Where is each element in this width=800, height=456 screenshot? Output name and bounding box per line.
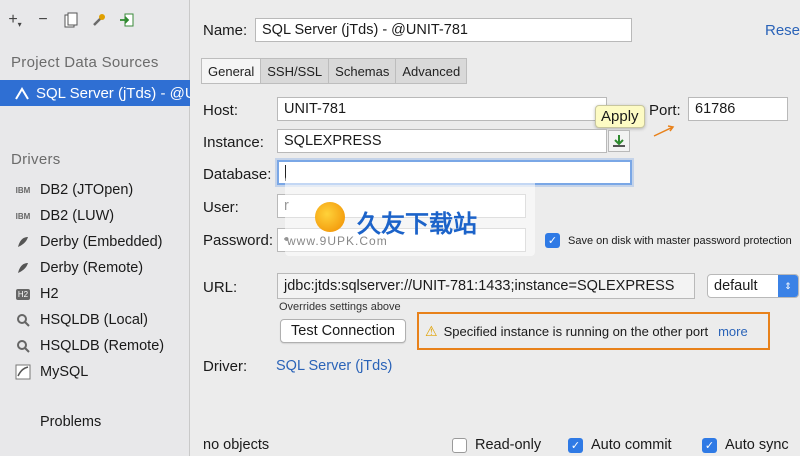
warning-text: Specified instance is running on the oth… [443,323,709,339]
driver-link[interactable]: SQL Server (jTds) [276,358,392,374]
tab-advanced[interactable]: Advanced [396,59,466,83]
feather-icon [14,235,32,249]
instance-label: Instance: [203,134,264,151]
status-text: no objects [203,437,270,453]
settings-tabs: General SSH/SSL Schemas Advanced [201,58,468,84]
warning-more-link[interactable]: more [718,324,748,339]
feather-icon [14,261,32,275]
connection-settings-panel: Name: SQL Server (jTds) - @UNIT-781 Rese… [191,0,800,456]
auto-sync-checkbox[interactable]: ✓ [702,437,717,453]
driver-item-hsqldb-local[interactable]: HSQLDB (Local) [14,308,148,332]
plus-icon[interactable]: + ▾ [6,10,24,30]
driver-label: DB2 (JTOpen) [40,182,134,198]
driver-label: DB2 (LUW) [40,208,115,224]
project-data-sources-heading: Project Data Sources [11,54,159,71]
download-icon [613,135,625,147]
url-label: URL: [203,279,238,296]
url-mode-select[interactable]: default ⇕ [707,274,799,298]
watermark-url: www.9UPK.Com [287,234,388,248]
port-warning: ⚠ Specified instance is running on the o… [417,312,770,350]
auto-commit-option[interactable]: ✓ Auto commit [568,437,672,453]
database-label: Database: [203,166,272,183]
driver-label: Driver: [203,358,248,375]
sidebar: + ▾ − Project Data Sources SQL Server (jT… [0,0,190,456]
reset-link[interactable]: Reset [765,22,800,39]
user-label: User: [203,199,239,216]
read-only-checkbox[interactable] [452,437,467,453]
data-source-item-selected[interactable]: SQL Server (jTds) - @U [0,80,190,106]
watermark-logo-icon [315,202,345,232]
watermark: 久友下载站 www.9UPK.Com [285,176,535,256]
h2-icon: H2 [14,288,32,300]
import-icon[interactable] [118,10,136,30]
wrench-icon[interactable] [90,10,108,30]
url-mode-value: default [714,278,758,294]
tab-general[interactable]: General [202,59,262,83]
save-password-label: Save on disk with master password protec… [568,234,792,247]
instance-input[interactable]: SQLEXPRESS [277,129,607,153]
driver-item-derby-remote[interactable]: Derby (Remote) [14,256,143,280]
driver-item-db2-luw[interactable]: IBM DB2 (LUW) [14,204,114,228]
overrides-note: Overrides settings above [279,301,401,313]
driver-label: HSQLDB (Remote) [40,338,165,354]
ibm-icon: IBM [15,211,31,221]
driver-label: Derby (Remote) [40,260,144,276]
driver-item-h2[interactable]: H2 H2 [14,282,59,306]
hsqldb-icon [14,339,32,353]
port-label: Port: [649,102,681,119]
tab-ssh-ssl[interactable]: SSH/SSL [261,59,330,83]
read-only-label: Read-only [475,437,542,453]
tab-schemas[interactable]: Schemas [329,59,397,83]
driver-label: HSQLDB (Local) [40,312,148,328]
drivers-heading: Drivers [11,151,61,168]
save-password-option[interactable]: ✓ Save on disk with master password prot… [545,233,792,248]
port-input[interactable]: 61786 [688,97,788,121]
database-icon [14,84,30,102]
minus-icon[interactable]: − [34,10,52,30]
h2-icon-text: H2 [15,288,31,300]
test-connection-button[interactable]: Test Connection [280,319,406,343]
url-input[interactable]: jdbc:jtds:sqlserver://UNIT-781:1433;inst… [277,273,695,299]
save-password-checkbox[interactable]: ✓ [545,233,560,248]
driver-label: Derby (Embedded) [40,234,163,250]
name-label: Name: [203,22,248,39]
host-label: Host: [203,102,239,119]
driver-label: MySQL [40,364,89,380]
warning-icon: ⚠ [425,322,438,339]
read-only-option[interactable]: Read-only [452,437,541,453]
name-input[interactable]: SQL Server (jTds) - @UNIT-781 [255,18,632,42]
ibm-icon: IBM [15,185,31,195]
auto-commit-checkbox[interactable]: ✓ [568,437,583,453]
duplicate-icon[interactable] [62,10,80,30]
arrow-annotation-icon [653,124,675,141]
hsqldb-icon [14,313,32,327]
auto-sync-option[interactable]: ✓ Auto sync [702,437,789,453]
driver-item-hsqldb-remote[interactable]: HSQLDB (Remote) [14,334,164,358]
sidebar-toolbar: + ▾ − [6,8,136,32]
data-source-label: SQL Server (jTds) - @U [36,84,190,102]
problems-item[interactable]: Problems [40,414,101,430]
password-label: Password: [203,232,274,249]
auto-commit-label: Auto commit [591,437,672,453]
select-chevron-icon: ⇕ [778,275,798,297]
apply-port-button[interactable] [608,130,630,152]
host-input[interactable]: UNIT-781 [277,97,607,121]
driver-label: H2 [40,286,59,302]
driver-item-db2-jtopen[interactable]: IBM DB2 (JTOpen) [14,178,134,202]
apply-tooltip: Apply [595,105,645,128]
driver-item-derby-embedded[interactable]: Derby (Embedded) [14,230,163,254]
driver-item-mysql[interactable]: MySQL [14,360,88,384]
mysql-icon [14,364,32,380]
auto-sync-label: Auto sync [725,437,789,453]
